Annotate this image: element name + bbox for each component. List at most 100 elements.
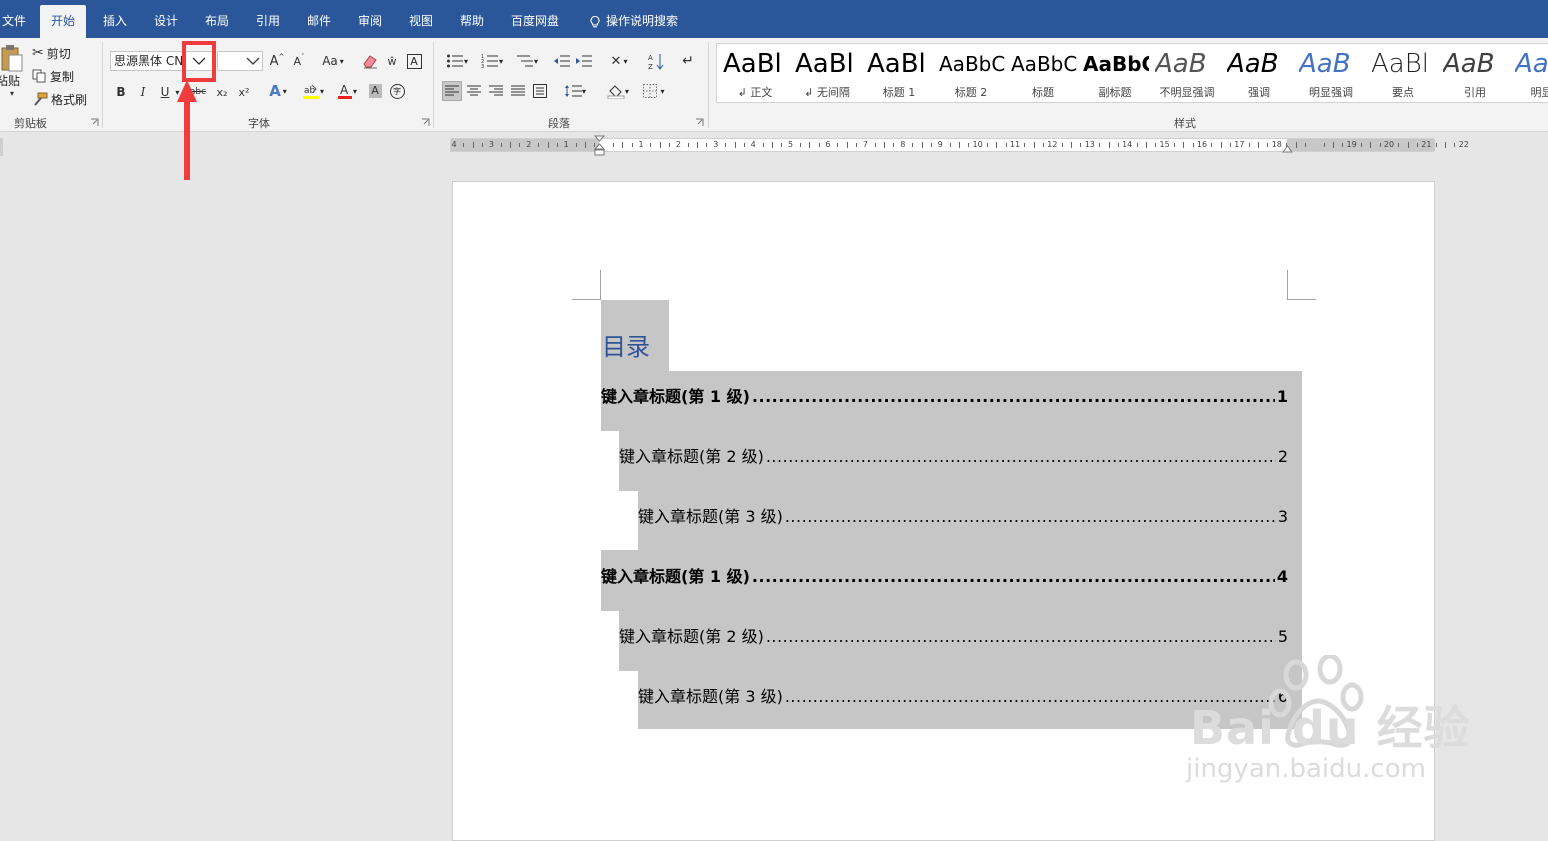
tab-view[interactable]: 视图 (403, 5, 439, 38)
align-right-button[interactable] (486, 81, 506, 101)
ruler-tick (1117, 143, 1119, 147)
tab-review[interactable]: 审阅 (352, 5, 388, 38)
align-center-button[interactable] (464, 81, 484, 101)
superscript-button[interactable]: x² (234, 83, 254, 101)
shading-dropdown-icon: ▾ (624, 86, 629, 96)
style-normal[interactable]: AaBl ↲ 正文 (719, 44, 791, 102)
toc-entry[interactable]: 键入章标题(第 2 级)............................… (619, 624, 1288, 650)
tab-design[interactable]: 设计 (148, 5, 184, 38)
paragraph-dialog-launcher-icon[interactable] (695, 118, 704, 127)
style-emphasis[interactable]: AaB 强调 (1223, 44, 1295, 102)
ruler-tick (725, 143, 727, 147)
tab-insert[interactable]: 插入 (97, 5, 133, 38)
format-painter-button[interactable]: 格式刷 (32, 90, 87, 108)
paste-button[interactable]: 粘贴 ▾ (0, 44, 24, 106)
style-name: 明显强调 (1309, 86, 1353, 99)
font-dialog-launcher-icon[interactable] (421, 118, 430, 127)
bullets-button[interactable]: ▾ (442, 51, 472, 71)
paintbrush-icon (34, 92, 48, 106)
chinese-layout-button[interactable]: ✕ ▾ (604, 51, 634, 71)
style-strong[interactable]: AaBl 要点 (1367, 44, 1439, 102)
copy-button[interactable]: 复制 (32, 67, 74, 85)
highlight-button[interactable]: ab ▾ (297, 81, 329, 101)
copy-icon (32, 69, 46, 83)
tab-layout[interactable]: 布局 (199, 5, 235, 38)
horizontal-ruler[interactable]: 4 3 2 1 1 2 3 4 5 6 7 8 9 10 11 12 13 14 15 16 17 18 19 20 21 22 (450, 135, 1469, 156)
style-no-spacing[interactable]: AaBl ↲ 无间隔 (791, 44, 863, 102)
tab-file[interactable]: 文件 (0, 5, 32, 38)
style-subtitle[interactable]: AaBbC 副标题 (1079, 44, 1151, 102)
line-spacing-button[interactable]: ▾ (560, 81, 590, 101)
tab-home[interactable]: 开始 (40, 5, 87, 38)
character-shading-button[interactable]: A (366, 81, 384, 101)
font-size-dropdown-chevron-icon[interactable] (245, 55, 261, 67)
clear-formatting-button[interactable] (360, 51, 380, 71)
numbering-button[interactable]: 1 2 3 ▾ (477, 51, 507, 71)
text-effects-button[interactable]: A ▾ (264, 81, 292, 101)
style-heading-2[interactable]: AaBbC 标题 2 (935, 44, 1007, 102)
increase-indent-button[interactable] (574, 51, 594, 71)
ruler-number: 12 (1047, 140, 1058, 149)
svg-text:A: A (648, 54, 653, 62)
clipboard-dialog-launcher-icon[interactable] (90, 118, 99, 127)
toc-page-number: 1 (1276, 387, 1288, 406)
line-spacing-dropdown-icon: ▾ (581, 86, 586, 96)
tell-me-search[interactable]: 操作说明搜索 (582, 5, 684, 38)
toc-page-number: 4 (1276, 567, 1288, 586)
first-line-indent-marker-icon[interactable] (594, 135, 605, 157)
font-color-button[interactable]: A ▾ (332, 81, 362, 101)
ruler-tick (1323, 143, 1325, 147)
tab-help[interactable]: 帮助 (454, 5, 490, 38)
ruler-tick (986, 143, 988, 147)
shrink-font-button[interactable]: Aˇ (290, 52, 308, 70)
style-subtle-emphasis[interactable]: AaB 不明显强调 (1151, 44, 1223, 102)
style-heading-1[interactable]: AaBl 标题 1 (863, 44, 935, 102)
enclose-characters-button[interactable]: 字 (388, 81, 406, 101)
grow-font-button[interactable]: A ^ (268, 52, 286, 70)
tab-baidu-netdisk[interactable]: 百度网盘 (505, 5, 565, 38)
shading-button[interactable]: ▾ (602, 81, 634, 101)
toc-entry[interactable]: 键入章标题(第 2 级)............................… (619, 444, 1288, 470)
bold-button[interactable]: B (113, 83, 129, 101)
ruler-tick (697, 142, 699, 148)
style-title[interactable]: AaBbC 标题 (1007, 44, 1079, 102)
text-effects-icon: A (269, 82, 281, 100)
cut-button[interactable]: ✂ 剪切 (32, 44, 71, 62)
watermark-url: jingyan.baidu.com (1186, 754, 1426, 784)
crop-mark (600, 270, 601, 300)
change-case-button[interactable]: Aa ▾ (318, 52, 348, 70)
show-formatting-marks-button[interactable]: ↵ (678, 51, 698, 71)
bullets-dropdown-icon: ▾ (463, 56, 468, 66)
ruler-number: 22 (1458, 140, 1469, 149)
ruler-number: 18 (1271, 140, 1282, 149)
toc-heading[interactable]: 目录 (602, 330, 650, 364)
justify-button[interactable] (508, 81, 528, 101)
tab-references[interactable]: 引用 (250, 5, 286, 38)
svg-text:A: A (340, 83, 349, 97)
tab-mailings[interactable]: 邮件 (301, 5, 337, 38)
ruler-tick (1342, 143, 1344, 147)
style-quote[interactable]: AaB 引用 (1439, 44, 1511, 102)
numbering-dropdown-icon: ▾ (498, 56, 503, 66)
multilevel-list-button[interactable]: ▾ (512, 51, 542, 71)
group-separator (708, 42, 709, 128)
style-intense-quote[interactable]: Aa 明显引 (1511, 44, 1548, 102)
toc-entry[interactable]: 键入章标题(第 1 级)............................… (601, 564, 1288, 590)
grow-caret-icon: ^ (278, 53, 285, 61)
ruler-tick (968, 143, 970, 147)
toc-entry[interactable]: 键入章标题(第 1 级)............................… (601, 384, 1288, 410)
borders-button[interactable]: ▾ (638, 81, 670, 101)
style-intense-emphasis[interactable]: AaB 明显强调 (1295, 44, 1367, 102)
right-indent-marker-icon[interactable] (1282, 143, 1293, 153)
sort-button[interactable]: AZ (646, 51, 666, 71)
align-left-button[interactable] (442, 81, 462, 101)
toc-entry[interactable]: 键入章标题(第 3 级)............................… (638, 504, 1288, 530)
decrease-indent-button[interactable] (552, 51, 572, 71)
character-border-button[interactable]: A (404, 51, 424, 71)
italic-button[interactable]: I (135, 83, 151, 101)
phonetic-guide-button[interactable]: ŵ (382, 51, 402, 71)
watermark-brand: Bai du 经验 (1190, 701, 1471, 755)
subscript-button[interactable]: x₂ (212, 83, 232, 101)
distributed-button[interactable] (530, 81, 550, 101)
pilcrow-icon: ↵ (682, 53, 694, 69)
